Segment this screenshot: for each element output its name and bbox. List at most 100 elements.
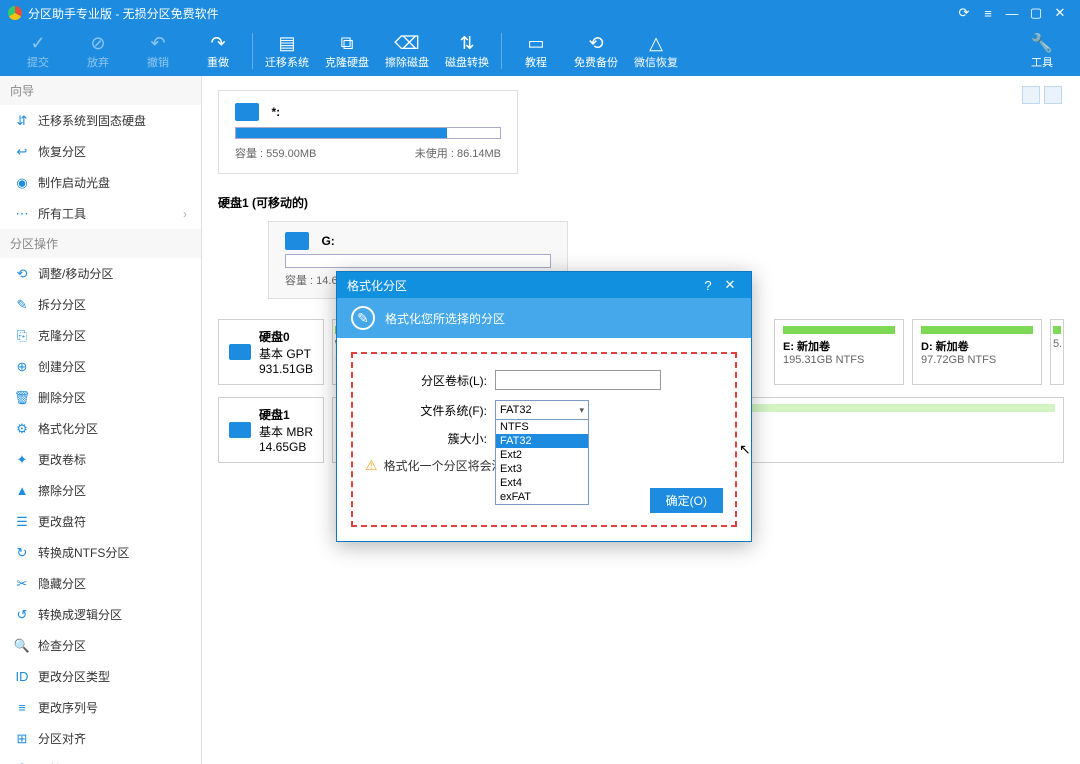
view-list-icon[interactable]	[1044, 86, 1062, 104]
sidebar-icon: 🔍	[14, 638, 30, 654]
filesystem-option[interactable]: NTFS	[496, 420, 588, 434]
sidebar: 向导 ⇵迁移系统到固态硬盘↩恢复分区◉制作启动光盘⋯所有工具› 分区操作 ⟲调整…	[0, 76, 202, 764]
sidebar-item[interactable]: ⓘ属性	[0, 754, 201, 764]
disk1-header: 硬盘1 (可移动的)	[218, 194, 1064, 211]
sidebar-item[interactable]: ⇵迁移系统到固态硬盘	[0, 105, 201, 136]
sidebar-icon: ✂	[14, 576, 30, 592]
usage-bar	[235, 127, 501, 139]
sidebar-icon: ID	[14, 669, 30, 685]
disk-card-1[interactable]: 硬盘1 基本 MBR 14.65GB	[218, 397, 324, 463]
sidebar-item[interactable]: ⚙格式化分区	[0, 413, 201, 444]
disk-summary-0[interactable]: *: 容量 : 559.00MB 未使用 : 86.14MB	[218, 90, 518, 174]
volume-label-label: 分区卷标(L):	[365, 372, 495, 389]
chevron-down-icon: ▾	[579, 405, 584, 416]
disk-icon	[235, 103, 259, 121]
backup-button[interactable]: ⟲免费备份	[566, 32, 626, 70]
chevron-right-icon: ›	[183, 207, 187, 221]
sidebar-item[interactable]: ⊞分区对齐	[0, 723, 201, 754]
disk-icon	[285, 232, 309, 250]
wizard-header: 向导	[0, 76, 201, 105]
erase-button[interactable]: ⌫擦除磁盘	[377, 32, 437, 70]
discard-button: ⊘放弃	[68, 32, 128, 70]
sidebar-icon: ≡	[14, 700, 30, 716]
cursor-icon: ↖	[739, 441, 751, 458]
usage-bar	[285, 254, 551, 268]
sidebar-item[interactable]: ✦更改卷标	[0, 444, 201, 475]
sidebar-item[interactable]: ⎘克隆分区	[0, 320, 201, 351]
sidebar-icon: ⟲	[14, 266, 30, 282]
sidebar-item[interactable]: ID更改分区类型	[0, 661, 201, 692]
sidebar-icon: ↺	[14, 607, 30, 623]
tools-button[interactable]: 🔧工具	[1012, 32, 1072, 70]
app-logo-icon	[8, 6, 22, 20]
sidebar-item[interactable]: ↺转换成逻辑分区	[0, 599, 201, 630]
partition-d[interactable]: D: 新加卷 97.72GB NTFS	[912, 319, 1042, 385]
format-icon: ✎	[351, 306, 375, 330]
view-grid-icon[interactable]	[1022, 86, 1040, 104]
filesystem-label: 文件系统(F):	[365, 402, 495, 419]
titlebar: 分区助手专业版 - 无损分区免费软件 ⟳ ≡ — ▢ ✕	[0, 0, 1080, 26]
sidebar-item[interactable]: ✎拆分分区	[0, 289, 201, 320]
filesystem-option[interactable]: exFAT	[496, 490, 588, 504]
clone-button[interactable]: ⧉克隆硬盘	[317, 32, 377, 70]
sidebar-item[interactable]: ↻转换成NTFS分区	[0, 537, 201, 568]
filesystem-select[interactable]: FAT32▾ ↖	[495, 400, 589, 420]
filesystem-dropdown: NTFSFAT32Ext2Ext3Ext4exFAT	[495, 419, 589, 505]
help-icon[interactable]: ?	[697, 278, 719, 293]
ok-button[interactable]: 确定(O)	[650, 488, 723, 513]
sidebar-item[interactable]: ≡更改序列号	[0, 692, 201, 723]
sidebar-item[interactable]: 🗑删除分区	[0, 382, 201, 413]
disk-icon	[229, 422, 251, 438]
wechat-button[interactable]: △微信恢复	[626, 32, 686, 70]
dialog-close-icon[interactable]: ✕	[719, 277, 741, 293]
convert-button[interactable]: ⇅磁盘转换	[437, 32, 497, 70]
menu-icon[interactable]: ≡	[976, 6, 1000, 21]
sidebar-item[interactable]: ☰更改盘符	[0, 506, 201, 537]
sidebar-icon: ✎	[14, 297, 30, 313]
sidebar-item[interactable]: ⟲调整/移动分区	[0, 258, 201, 289]
dialog-titlebar[interactable]: 格式化分区 ? ✕	[337, 272, 751, 298]
dialog-form: 分区卷标(L): 文件系统(F): FAT32▾ ↖ NTFSFAT32Ext2…	[351, 352, 737, 527]
warning-icon: ⚠	[365, 457, 378, 474]
sidebar-item[interactable]: 🔍检查分区	[0, 630, 201, 661]
close-icon[interactable]: ✕	[1048, 5, 1072, 21]
sidebar-icon: ▲	[14, 483, 30, 499]
tutorial-button[interactable]: ▭教程	[506, 32, 566, 70]
maximize-icon[interactable]: ▢	[1024, 5, 1048, 21]
dialog-banner: ✎ 格式化您所选择的分区	[337, 298, 751, 338]
cluster-label: 簇大小:	[365, 430, 495, 447]
sidebar-icon: ◉	[14, 175, 30, 191]
sidebar-icon: ⋯	[14, 206, 30, 222]
sidebar-item[interactable]: ▲擦除分区	[0, 475, 201, 506]
sidebar-icon: ✦	[14, 452, 30, 468]
filesystem-option[interactable]: Ext2	[496, 448, 588, 462]
refresh-icon[interactable]: ⟳	[952, 5, 976, 21]
sidebar-icon: ⇵	[14, 113, 30, 129]
disk-card-0[interactable]: 硬盘0 基本 GPT 931.51GB	[218, 319, 324, 385]
sidebar-icon: ⊕	[14, 359, 30, 375]
minimize-icon[interactable]: —	[1000, 6, 1024, 21]
filesystem-option[interactable]: Ext4	[496, 476, 588, 490]
undo-button: ↶撤销	[128, 32, 188, 70]
disk-icon	[229, 344, 251, 360]
partition-5[interactable]: 5.	[1050, 319, 1064, 385]
sidebar-icon: ⊞	[14, 731, 30, 747]
sidebar-item[interactable]: ⊕创建分区	[0, 351, 201, 382]
sidebar-item[interactable]: ↩恢复分区	[0, 136, 201, 167]
migrate-button[interactable]: ▤迁移系统	[257, 32, 317, 70]
sidebar-item[interactable]: ⋯所有工具›	[0, 198, 201, 229]
toolbar: ✓提交 ⊘放弃 ↶撤销 ↷重做 ▤迁移系统 ⧉克隆硬盘 ⌫擦除磁盘 ⇅磁盘转换 …	[0, 26, 1080, 76]
sidebar-item[interactable]: ✂隐藏分区	[0, 568, 201, 599]
ops-header: 分区操作	[0, 229, 201, 258]
sidebar-icon: ⚙	[14, 421, 30, 437]
sidebar-icon: ⎘	[14, 328, 30, 344]
volume-label-input[interactable]	[495, 370, 661, 390]
filesystem-option[interactable]: FAT32	[496, 434, 588, 448]
filesystem-option[interactable]: Ext3	[496, 462, 588, 476]
window-title: 分区助手专业版 - 无损分区免费软件	[28, 5, 952, 22]
sidebar-item[interactable]: ◉制作启动光盘	[0, 167, 201, 198]
redo-button[interactable]: ↷重做	[188, 32, 248, 70]
submit-button: ✓提交	[8, 32, 68, 70]
sidebar-icon: 🗑	[14, 390, 30, 406]
partition-e[interactable]: E: 新加卷 195.31GB NTFS	[774, 319, 904, 385]
